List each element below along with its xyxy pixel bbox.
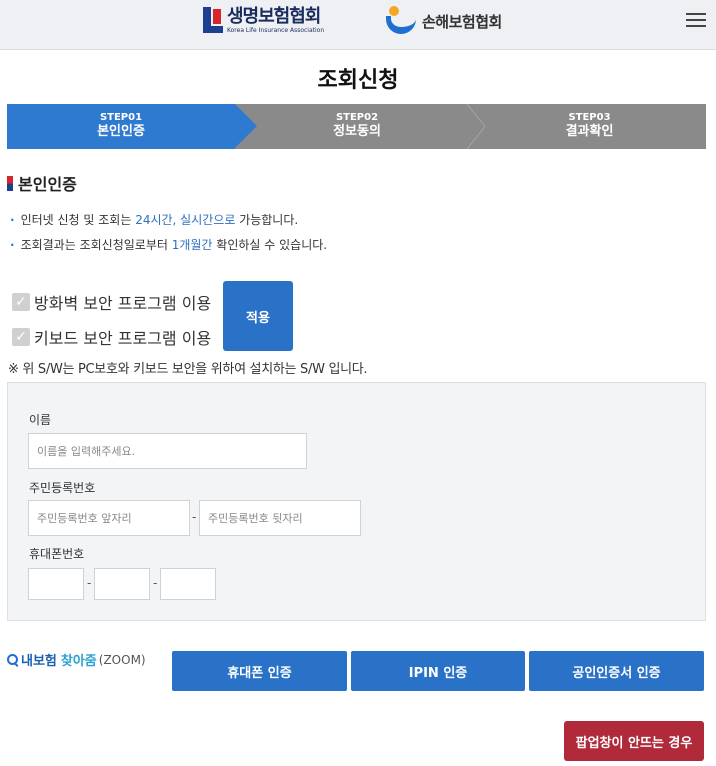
zoom-text-3: (ZOOM) — [98, 652, 146, 667]
phone-label: 휴대폰번호 — [29, 547, 85, 561]
keyboard-security-label: 키보드 보안 프로그램 이용 — [34, 329, 212, 348]
phone-dash: - — [153, 576, 158, 590]
rrn-label: 주민등록번호 — [29, 481, 96, 495]
zoom-text-1: 내보험 — [21, 654, 57, 669]
page-title: 조회신청 — [317, 68, 399, 93]
nonlife-insurance-logo-text: 손해보험협회 — [422, 12, 502, 31]
step-2-name: 정보동의 — [333, 124, 381, 139]
section-title-marker-icon — [7, 175, 13, 191]
life-insurance-logo-icon — [203, 7, 223, 33]
identity-form: 이름 주민등록번호 - 휴대폰번호 - - — [7, 382, 706, 621]
life-insurance-logo-subtext: Korea Life Insurance Association — [227, 27, 325, 34]
nonlife-insurance-logo-icon — [386, 6, 416, 36]
sw-notice: ※ 위 S/W는 PC보호와 키보드 보안을 위하여 설치하는 S/W 입니다. — [8, 362, 368, 377]
step-progress: STEP01 본인인증 STEP02 정보동의 STEP03 결과확인 — [7, 104, 706, 149]
hamburger-menu-icon[interactable] — [686, 12, 706, 28]
phone-part1-input[interactable] — [28, 568, 84, 600]
step-3-number: STEP03 — [568, 112, 611, 123]
step-1-name: 본인인증 — [97, 124, 145, 139]
name-label: 이름 — [29, 413, 52, 427]
rrn-dash: - — [192, 510, 197, 524]
step-1-number: STEP01 — [99, 112, 143, 123]
nonlife-insurance-logo[interactable]: 손해보험협회 — [386, 6, 502, 36]
firewall-checkbox[interactable]: ✓ — [12, 293, 30, 311]
firewall-label: 방화벽 보안 프로그램 이용 — [34, 294, 212, 313]
step-2: STEP02 정보동의 — [241, 104, 473, 149]
certificate-auth-button[interactable]: 공인인증서 인증 — [529, 651, 704, 691]
rrn-front-input[interactable] — [28, 500, 190, 536]
step-2-number: STEP02 — [335, 112, 379, 123]
rrn-back-input[interactable] — [199, 500, 361, 536]
section-title-text: 본인인증 — [18, 175, 77, 194]
ipin-auth-button[interactable]: IPIN 인증 — [351, 651, 525, 691]
notice-list: 인터넷 신청 및 조회는 24시간, 실시간으로 가능합니다. 조회결과는 조회… — [10, 210, 328, 260]
step-1: STEP01 본인인증 — [7, 104, 235, 149]
life-insurance-logo-text: 생명보험협회 — [227, 6, 321, 27]
phone-part3-input[interactable] — [160, 568, 216, 600]
step-3-name: 결과확인 — [565, 124, 614, 139]
notice-item: 인터넷 신청 및 조회는 24시간, 실시간으로 가능합니다. — [10, 210, 327, 235]
popup-help-button[interactable]: 팝업창이 안뜨는 경우 — [564, 721, 704, 761]
zoom-link[interactable]: 내보험 찾아줌 (ZOOM) — [7, 650, 146, 669]
top-header: 생명보험협회 Korea Life Insurance Association … — [0, 0, 716, 50]
keyboard-security-checkbox[interactable]: ✓ — [12, 328, 30, 346]
phone-auth-button[interactable]: 휴대폰 인증 — [172, 651, 347, 691]
name-input[interactable] — [28, 433, 307, 469]
phone-part2-input[interactable] — [94, 568, 150, 600]
step-3: STEP03 결과확인 — [473, 104, 706, 149]
section-title: 본인인증 — [7, 171, 77, 195]
zoom-text-2: 찾아줌 — [60, 654, 97, 669]
notice-item: 조회결과는 조회신청일로부터 1개월간 확인하실 수 있습니다. — [10, 235, 328, 260]
life-insurance-logo[interactable]: 생명보험협회 Korea Life Insurance Association — [203, 7, 324, 34]
phone-dash: - — [87, 576, 92, 590]
firewall-option[interactable]: ✓ 방화벽 보안 프로그램 이용 — [12, 290, 211, 314]
keyboard-security-option[interactable]: ✓ 키보드 보안 프로그램 이용 — [12, 325, 211, 349]
apply-button[interactable]: 적용 — [223, 281, 293, 351]
magnifier-icon — [7, 653, 19, 666]
